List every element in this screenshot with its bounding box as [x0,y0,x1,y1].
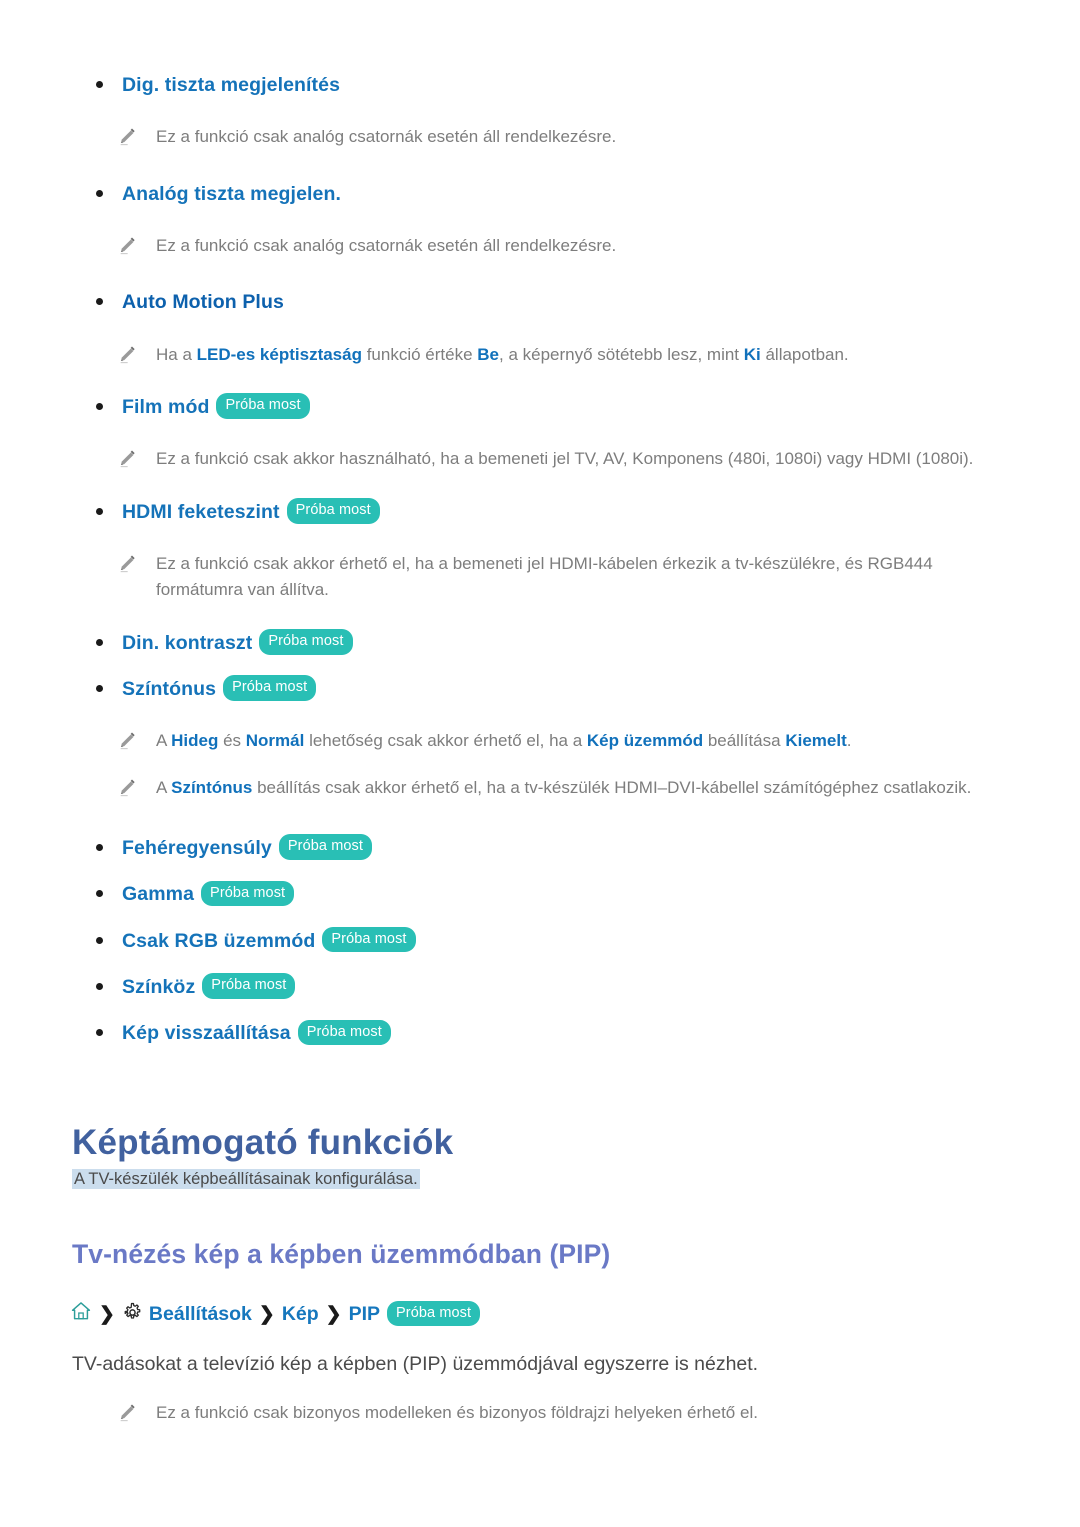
list-item-din-kontraszt[interactable]: Din. kontraszt Próba most [0,629,1080,656]
list-item-label: Csak RGB üzemmód Próba most [122,926,416,954]
bullet-dot [96,507,103,515]
note-analog-tiszta: Ez a funkció csak analóg csatornák eseté… [0,233,1080,259]
pencil-icon [120,128,135,146]
chevron-right-icon: ❯ [258,1303,275,1325]
note-text: Ez a funkció csak analóg csatornák eseté… [156,127,617,147]
note-szintonus-1: A Hideg és Normál lehetőség csak akkor é… [0,728,1080,754]
inline-term: Normál [245,731,305,751]
bullet-dot [96,843,103,851]
list-item-label: Gamma Próba most [122,880,295,907]
chapter-title: Képtámogató funkciók [72,1122,454,1162]
list-item-szintonus[interactable]: Színtónus Próba most [0,675,1080,702]
gear-icon-glyph [124,1302,141,1319]
note-film-mod: Ez a funkció csak akkor használható, ha … [0,446,1080,472]
bullet-dot [96,982,103,990]
pencil-icon [120,346,135,363]
bullet-dot [96,189,103,197]
chapter-subtitle-highlight: A TV-készülék képbeállításainak konfigur… [72,1168,420,1189]
gear-icon[interactable] [122,1301,149,1328]
note-text: Ez a funkció csak analóg csatornák eseté… [156,235,617,255]
chevron-right-icon: ❯ [99,1303,115,1325]
bullet-dot [96,1029,103,1037]
pencil-icon [120,1404,135,1421]
inline-term: LED-es képtisztaság [196,344,362,364]
inline-term: Be [477,344,499,364]
chevron-right-icon: ❯ [325,1303,342,1325]
pencil-icon [120,732,135,750]
list-item-hdmi-feketeszint[interactable]: HDMI feketeszint Próba most [0,498,1080,525]
note-dig-tiszta: Ez a funkció csak analóg csatornák eseté… [0,124,1080,150]
pencil-icon [120,555,135,573]
manual-page: Dig. tiszta megjelenítés Ez a funkció cs… [0,0,1080,1527]
list-item-label: Dig. tiszta megjelenítés [122,74,341,96]
inline-term: Kép üzemmód [586,731,704,751]
list-item-analog-tiszta-megjelen[interactable]: Analóg tiszta megjelen. [0,181,1080,207]
note-auto-motion-plus: Ha a LED-es képtisztaság funkció értéke … [0,342,1080,368]
try-now-badge[interactable]: Próba most [216,393,310,419]
note-pip: Ez a funkció csak bizonyos modelleken és… [0,1400,1080,1426]
inline-term: Színtónus [171,777,253,797]
bullet-dot [96,684,103,692]
try-now-badge[interactable]: Próba most [322,926,416,953]
bullet-dot [96,298,103,306]
try-now-badge[interactable]: Próba most [297,1019,391,1046]
pencil-icon [120,450,135,468]
chapter-subtitle: A TV-készülék képbeállításainak konfigur… [0,1167,1080,1192]
breadcrumb-item-settings[interactable]: Beállítások [149,1303,252,1326]
try-now-badge[interactable]: Próba most [223,675,317,701]
list-item-film-mod[interactable]: Film mód Próba most [0,393,1080,420]
breadcrumb-item-picture[interactable]: Kép [282,1303,319,1326]
try-now-badge[interactable]: Próba most [259,629,353,655]
breadcrumb: ❯ Beállítások ❯ Kép ❯ PIP Próba most [0,1300,1080,1328]
note-text: A Hideg és Normál lehetőség csak akkor é… [156,731,852,751]
list-item-label: Analóg tiszta megjelen. [122,182,342,205]
bullet-dot [96,936,103,944]
inline-term: Kiemelt [785,731,847,751]
note-text: Ha a LED-es képtisztaság funkció értéke … [156,344,849,364]
try-now-badge[interactable]: Próba most [202,973,296,999]
section-paragraph: TV-adásokat a televízió kép a képben (PI… [72,1353,759,1376]
list-item-dig-tiszta-megjelenites[interactable]: Dig. tiszta megjelenítés [0,72,1080,98]
try-now-badge[interactable]: Próba most [286,498,380,524]
note-text: Ez a funkció csak bizonyos modelleken és… [156,1402,758,1422]
try-now-badge[interactable]: Próba most [201,880,295,907]
note-hdmi-feketeszint: Ez a funkció csak akkor érhető el, ha a … [0,551,1080,604]
try-now-badge[interactable]: Próba most [387,1300,481,1326]
list-item-label: Auto Motion Plus [122,291,284,314]
list-item-csak-rgb-uzemmod[interactable]: Csak RGB üzemmód Próba most [0,926,1080,954]
list-item-feheregyensuly[interactable]: Fehéregyensúly Próba most [0,834,1080,861]
list-item-label: Fehéregyensúly Próba most [122,834,373,861]
inline-term: Ki [743,344,761,364]
bullet-dot [96,81,103,88]
note-text: Ez a funkció csak akkor használható, ha … [156,449,974,469]
pencil-icon [120,779,135,796]
list-item-label: HDMI feketeszint Próba most [122,498,380,525]
note-szintonus-2: A Színtónus beállítás csak akkor érhető … [0,775,1080,801]
list-item-label: Színtónus Próba most [122,675,317,702]
note-text: A Színtónus beállítás csak akkor érhető … [156,777,972,797]
breadcrumb-item-pip[interactable]: PIP [349,1303,380,1326]
inline-term: Hideg [171,731,219,751]
list-item-label: Színköz Próba most [122,973,296,1000]
list-item-auto-motion-plus[interactable]: Auto Motion Plus [0,289,1080,315]
list-item-label: Kép visszaállítása Próba most [122,1019,391,1046]
home-icon[interactable] [70,1300,92,1328]
list-item-gamma[interactable]: Gamma Próba most [0,880,1080,907]
note-text: Ez a funkció csak akkor érhető el, ha a … [156,553,933,600]
pencil-icon [120,237,135,255]
bullet-dot [96,890,103,898]
list-item-szinkoz[interactable]: Színköz Próba most [0,973,1080,1000]
list-item-kep-visszaallitasa[interactable]: Kép visszaállítása Próba most [0,1019,1080,1046]
home-icon-glyph [71,1302,91,1320]
list-item-label: Din. kontraszt Próba most [122,629,353,656]
bullet-dot [96,402,103,410]
bullet-dot [96,638,103,646]
section-title: Tv-nézés kép a képben üzemmódban (PIP) [72,1239,611,1270]
try-now-badge[interactable]: Próba most [278,834,373,860]
list-item-label: Film mód Próba most [122,393,310,420]
